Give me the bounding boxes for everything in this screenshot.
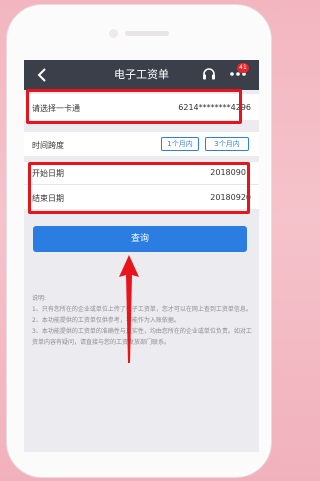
start-date-label: 开始日期: [32, 169, 64, 178]
app-screen: 电子工资单 41 请选择一卡通 6214********4296 时间跨度 1个…: [24, 60, 259, 452]
earpiece-speaker: [125, 31, 169, 36]
start-date-value: 20180901: [210, 168, 251, 177]
card-number-value: 6214********4296: [178, 103, 251, 112]
notes-line: 2、本功能提供的工资单仅供参考，不能作为入账依据。: [32, 317, 180, 324]
notes-line: 3、本功能提供的工资单的准确性与真实性，均由您所在的企业或单位负责。如对工资单内…: [32, 328, 252, 346]
end-date-row[interactable]: 结束日期 20180920: [24, 185, 259, 209]
card-select-label: 请选择一卡通: [32, 104, 80, 113]
start-date-row[interactable]: 开始日期 20180901: [24, 162, 259, 184]
time-span-label: 时间跨度: [32, 141, 64, 150]
notes-title: 说明:: [32, 295, 47, 302]
page-title: 电子工资单: [114, 68, 169, 81]
end-date-label: 结束日期: [32, 194, 64, 203]
notes-line: 1、只有您所在的企业或单位上传了电子工资单，您才可以在网上查到工资单信息。: [32, 306, 252, 313]
end-date-value: 20180920: [210, 193, 251, 202]
three-month-button[interactable]: 3个月内: [205, 137, 249, 151]
query-button[interactable]: 查询: [33, 226, 247, 252]
card-select-row[interactable]: 请选择一卡通 6214********4296: [24, 94, 259, 120]
back-arrow-icon[interactable]: [34, 66, 50, 84]
time-span-row: 时间跨度 1个月内 3个月内: [24, 132, 259, 156]
notification-badge: 41: [237, 63, 249, 73]
front-camera: [109, 29, 118, 38]
headset-icon[interactable]: [202, 67, 216, 81]
nav-bar: 电子工资单 41: [24, 60, 259, 90]
notes-section: 说明: 1、只有您所在的企业或单位上传了电子工资单，您才可以在网上查到工资单信息…: [32, 293, 254, 348]
one-month-button[interactable]: 1个月内: [161, 137, 199, 151]
